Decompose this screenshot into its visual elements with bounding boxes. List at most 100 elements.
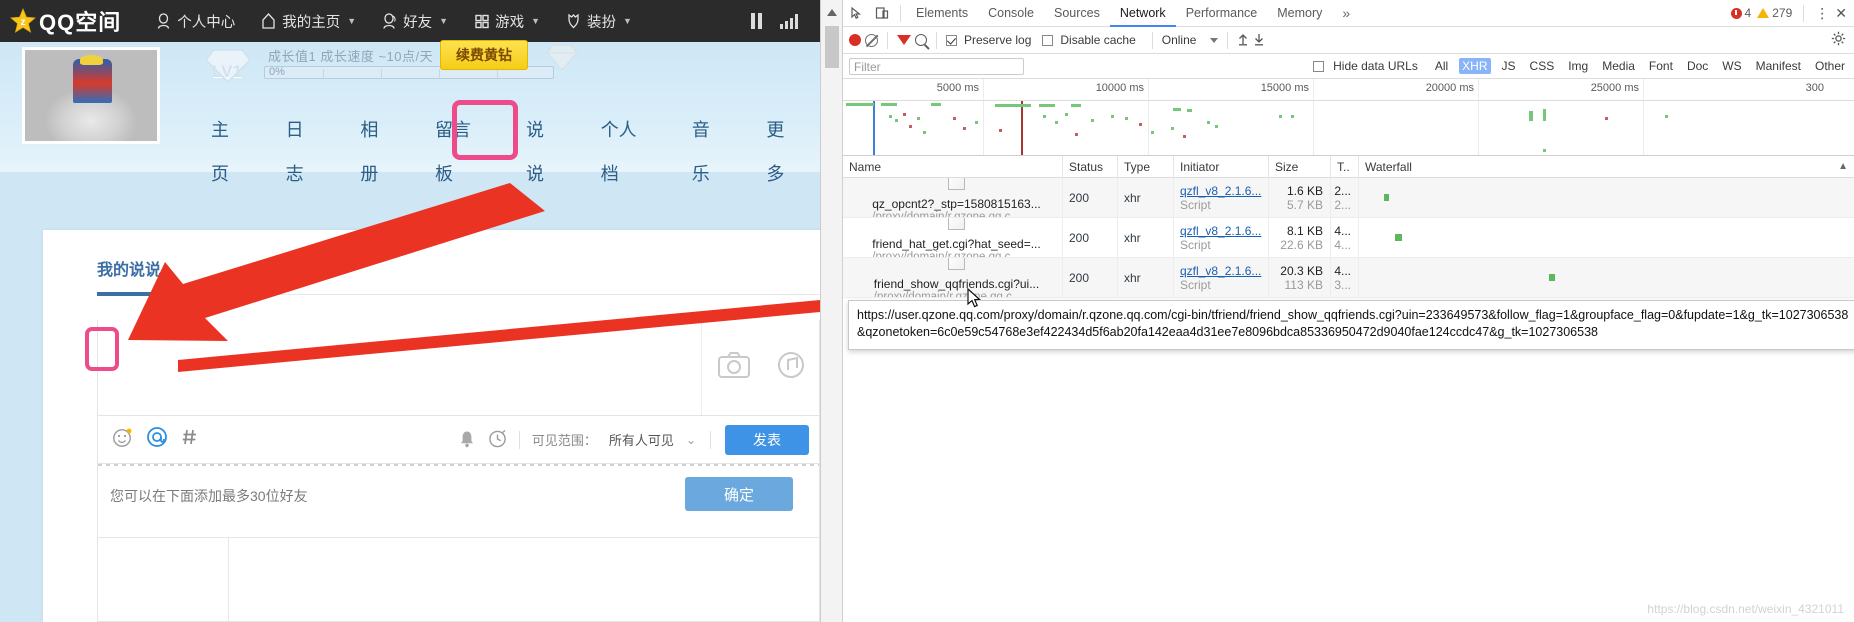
shuoshuo-composer-textarea[interactable] xyxy=(97,320,820,416)
filter-type-css[interactable]: CSS xyxy=(1527,58,1558,74)
scrollbar-thumb[interactable] xyxy=(825,26,839,68)
filter-type-xhr[interactable]: XHR xyxy=(1459,58,1491,74)
timeline-tick-30000: 300 xyxy=(1805,82,1824,94)
row-initiator[interactable]: qzfl_v8_2.1.6... xyxy=(1180,264,1268,278)
timeline-bar xyxy=(995,104,1031,107)
search-icon[interactable] xyxy=(915,34,927,46)
tab-network[interactable]: Network xyxy=(1110,0,1176,27)
tab-shuoshuo[interactable]: 说说 xyxy=(505,108,580,196)
tab-more[interactable]: 更多 xyxy=(745,108,820,196)
tab-memory[interactable]: Memory xyxy=(1267,0,1332,27)
column-header-type[interactable]: Type xyxy=(1118,155,1174,178)
tab-homepage[interactable]: 主页 xyxy=(190,108,265,196)
hashtag-icon[interactable] xyxy=(181,427,199,452)
tab-elements[interactable]: Elements xyxy=(906,0,978,27)
filter-type-media[interactable]: Media xyxy=(1599,58,1638,74)
confirm-button[interactable]: 确定 xyxy=(685,477,793,511)
hide-data-urls-label: Hide data URLs xyxy=(1333,59,1418,73)
filter-type-all[interactable]: All xyxy=(1432,58,1451,74)
kebab-menu-icon[interactable]: ⋮ xyxy=(1815,6,1829,20)
nav-item-friends[interactable]: 好友 ▼ xyxy=(369,0,461,42)
publish-button[interactable]: 发表 xyxy=(725,424,809,455)
row-name-cell[interactable]: qz_opcnt2?_stp=1580815163... /proxy/doma… xyxy=(843,178,1063,217)
filter-type-img[interactable]: Img xyxy=(1565,58,1591,74)
table-row[interactable]: qz_opcnt2?_stp=1580815163... /proxy/doma… xyxy=(843,178,1854,218)
qzone-logo[interactable]: z QQ空间 xyxy=(10,5,121,37)
hide-data-urls-checkbox[interactable] xyxy=(1313,60,1325,72)
warning-icon xyxy=(1757,8,1770,18)
sort-ascending-icon[interactable]: ▲ xyxy=(1838,156,1848,178)
page-scrollbar[interactable] xyxy=(821,0,843,622)
row-initiator-cell[interactable]: qzfl_v8_2.1.6... Script xyxy=(1174,218,1269,257)
column-header-size[interactable]: Size xyxy=(1269,155,1331,178)
disable-cache-checkbox[interactable] xyxy=(1042,34,1054,46)
column-header-time[interactable]: T.. xyxy=(1331,155,1359,178)
visible-scope-value[interactable]: 所有人可见 xyxy=(609,430,674,449)
at-mention-icon[interactable] xyxy=(146,426,168,453)
scroll-up-arrow-icon[interactable] xyxy=(827,9,837,16)
toolbar-separator xyxy=(518,430,520,449)
table-row[interactable]: friend_hat_get.cgi?hat_seed=... /proxy/d… xyxy=(843,218,1854,258)
filter-type-manifest[interactable]: Manifest xyxy=(1753,58,1804,74)
filter-input[interactable]: Filter xyxy=(849,57,1024,75)
filter-type-other[interactable]: Other xyxy=(1812,58,1848,74)
throttling-select[interactable]: Online xyxy=(1162,33,1219,47)
tab-music[interactable]: 音乐 xyxy=(671,108,746,196)
import-har-icon[interactable] xyxy=(1237,32,1249,49)
export-har-icon[interactable] xyxy=(1253,32,1265,49)
filter-funnel-icon[interactable] xyxy=(897,35,911,45)
column-header-waterfall[interactable]: Waterfall ▲ xyxy=(1359,156,1854,178)
gear-icon[interactable] xyxy=(1831,31,1846,49)
filter-type-ws[interactable]: WS xyxy=(1719,58,1744,74)
filter-type-js[interactable]: JS xyxy=(1499,58,1519,74)
camera-icon[interactable] xyxy=(717,351,751,384)
nav-item-personal-center[interactable]: 个人中心 xyxy=(143,0,248,42)
avatar[interactable] xyxy=(22,47,160,144)
tab-console[interactable]: Console xyxy=(978,0,1044,27)
tab-sources[interactable]: Sources xyxy=(1044,0,1110,27)
record-button-icon[interactable] xyxy=(849,34,861,46)
filter-type-doc[interactable]: Doc xyxy=(1684,58,1711,74)
timeline-bar xyxy=(1529,111,1533,121)
row-initiator-cell[interactable]: qzfl_v8_2.1.6... Script xyxy=(1174,178,1269,217)
network-overview-timeline[interactable]: 5000 ms 10000 ms 15000 ms 20000 ms 25000… xyxy=(843,79,1854,156)
row-initiator[interactable]: qzfl_v8_2.1.6... xyxy=(1180,184,1268,198)
tab-blog[interactable]: 日志 xyxy=(265,108,340,196)
row-name: friend_show_qqfriends.cgi?ui... xyxy=(873,276,1040,291)
nav-item-my-homepage[interactable]: 我的主页 ▼ xyxy=(248,0,369,42)
inspect-element-icon[interactable] xyxy=(843,0,869,26)
clock-icon[interactable] xyxy=(488,429,507,451)
signal-bars-icon[interactable] xyxy=(780,13,798,29)
more-tabs-icon[interactable]: » xyxy=(1332,0,1360,27)
bell-icon[interactable] xyxy=(458,429,476,451)
column-header-status[interactable]: Status xyxy=(1063,155,1118,178)
warning-count-badge[interactable]: 279 xyxy=(1757,6,1792,20)
tab-album[interactable]: 相册 xyxy=(339,108,414,196)
renew-yellow-diamond-button[interactable]: 续费黄钻 xyxy=(440,40,528,70)
row-initiator[interactable]: qzfl_v8_2.1.6... xyxy=(1180,224,1268,238)
preserve-log-checkbox[interactable] xyxy=(946,34,957,46)
tab-message-board[interactable]: 留言板 xyxy=(414,108,505,196)
emoji-icon[interactable] xyxy=(112,427,133,453)
clear-icon[interactable] xyxy=(865,33,878,47)
waterfall-bar xyxy=(1384,194,1389,201)
chevron-down-icon[interactable]: ⌄ xyxy=(686,433,696,447)
table-row[interactable]: friend_show_qqfriends.cgi?ui... /proxy/d… xyxy=(843,258,1854,298)
nav-item-dressup[interactable]: 装扮 ▼ xyxy=(553,0,645,42)
column-header-name[interactable]: Name xyxy=(843,155,1063,178)
row-time-sub: 3... xyxy=(1334,277,1351,292)
column-header-initiator[interactable]: Initiator xyxy=(1174,155,1269,178)
toggle-device-toolbar-icon[interactable] xyxy=(869,0,895,26)
row-name-cell[interactable]: friend_show_qqfriends.cgi?ui... /proxy/d… xyxy=(843,258,1063,297)
games-icon xyxy=(474,12,490,30)
tab-profile[interactable]: 个人档 xyxy=(580,108,671,196)
row-initiator-cell[interactable]: qzfl_v8_2.1.6... Script xyxy=(1174,258,1269,297)
tab-performance[interactable]: Performance xyxy=(1176,0,1268,27)
music-icon[interactable] xyxy=(777,351,805,384)
close-icon[interactable]: ✕ xyxy=(1835,5,1847,22)
nav-item-games[interactable]: 游戏 ▼ xyxy=(461,0,553,42)
pause-icon[interactable] xyxy=(751,13,762,29)
row-name-cell[interactable]: friend_hat_get.cgi?hat_seed=... /proxy/d… xyxy=(843,218,1063,257)
filter-type-font[interactable]: Font xyxy=(1646,58,1676,74)
error-count-badge[interactable]: 4 xyxy=(1730,6,1751,20)
